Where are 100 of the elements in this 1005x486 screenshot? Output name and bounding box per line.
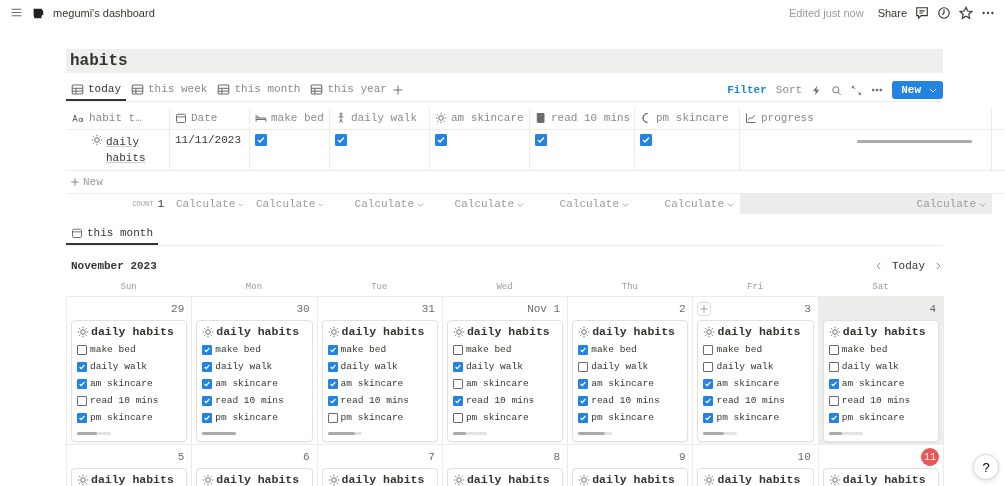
- checkbox[interactable]: [77, 344, 87, 355]
- day-cell[interactable]: 2 daily habits make bed daily walk am skincare read 10 mins pm skincare: [568, 297, 694, 445]
- checkbox[interactable]: [828, 412, 839, 423]
- page-title[interactable]: megumi's dashboard: [53, 6, 155, 19]
- habit-card[interactable]: daily habits make bed daily walk am skincare read 10 mins pm skincare: [697, 320, 814, 442]
- view-tab[interactable]: this year: [305, 79, 392, 101]
- column-header[interactable]: am skincare: [435, 112, 524, 124]
- checkbox[interactable]: [578, 412, 589, 423]
- habit-card[interactable]: daily habits make bed daily walk am skincare read 10 mins pm skincare: [71, 320, 188, 442]
- checkmark-icon: [336, 135, 346, 145]
- checkbox[interactable]: [703, 412, 714, 423]
- checkbox[interactable]: [202, 412, 213, 423]
- column-header[interactable]: habit t…: [71, 112, 142, 124]
- column-header[interactable]: daily walk: [335, 112, 417, 124]
- habit-card[interactable]: daily habits: [697, 468, 814, 486]
- filter-button[interactable]: Filter: [727, 84, 767, 96]
- checkbox[interactable]: [578, 378, 589, 389]
- checkbox[interactable]: [202, 344, 213, 355]
- habit-card[interactable]: daily habits make bed daily walk am skincare read 10 mins pm skincare: [196, 320, 313, 442]
- day-number: 5: [177, 451, 186, 463]
- day-cell[interactable]: 10 daily habits: [693, 445, 819, 486]
- checkbox[interactable]: [202, 378, 213, 389]
- view-tab[interactable]: today: [66, 79, 126, 101]
- day-cell[interactable]: 8 daily habits: [442, 445, 569, 486]
- habit-label: make bed: [716, 344, 763, 355]
- habit-card[interactable]: daily habits: [196, 468, 313, 486]
- column-header[interactable]: pm skincare: [640, 112, 729, 124]
- checkbox[interactable]: [452, 378, 463, 389]
- row-title[interactable]: daily habits: [106, 134, 156, 166]
- habit-card[interactable]: daily habits: [71, 468, 188, 486]
- checkbox[interactable]: [828, 395, 839, 406]
- day-cell[interactable]: 7 daily habits: [317, 445, 443, 486]
- sort-button[interactable]: Sort: [775, 84, 803, 96]
- day-cell[interactable]: 4 daily habits make bed daily walk am skincare read 10 mins pm skincare: [818, 297, 945, 445]
- checkbox[interactable]: [327, 395, 338, 406]
- checkbox[interactable]: [77, 412, 87, 423]
- column-header[interactable]: progress: [745, 112, 814, 124]
- checkbox[interactable]: [578, 361, 589, 372]
- checkbox[interactable]: [578, 344, 589, 355]
- checkbox[interactable]: [202, 361, 213, 372]
- checkbox[interactable]: [452, 395, 463, 406]
- database-title[interactable]: habits: [66, 49, 943, 73]
- share-button[interactable]: Share: [877, 6, 907, 19]
- habit-label: read 10 mins: [841, 395, 911, 406]
- checkbox[interactable]: [255, 134, 267, 146]
- checkbox[interactable]: [77, 395, 87, 406]
- checkbox[interactable]: [703, 344, 714, 355]
- sun-icon: [578, 325, 591, 338]
- day-cell[interactable]: 3 daily habits make bed daily walk am skincare read 10 mins pm skincare: [693, 297, 819, 445]
- habit-card[interactable]: daily habits: [321, 468, 438, 486]
- checkbox[interactable]: [327, 378, 338, 389]
- checkbox[interactable]: [640, 134, 652, 146]
- checkbox[interactable]: [327, 361, 338, 372]
- checkbox[interactable]: [335, 134, 347, 146]
- checkbox[interactable]: [327, 344, 338, 355]
- help-button[interactable]: ?: [973, 454, 999, 480]
- day-number: 10: [797, 451, 812, 463]
- favorite-button[interactable]: [959, 5, 973, 20]
- checkbox[interactable]: [703, 378, 714, 389]
- new-button[interactable]: New: [892, 81, 943, 99]
- habit-card[interactable]: daily habits: [446, 468, 564, 486]
- day-cell[interactable]: 30 daily habits make bed daily walk am skincare read 10 mins pm skincare: [192, 297, 318, 445]
- checkbox[interactable]: [535, 134, 547, 146]
- checkbox[interactable]: [452, 361, 463, 372]
- day-cell[interactable]: 11 daily habits: [818, 445, 945, 486]
- checkbox[interactable]: [327, 412, 338, 423]
- view-tab[interactable]: this month: [66, 223, 158, 245]
- habit-card[interactable]: daily habits: [572, 468, 689, 486]
- checkbox[interactable]: [202, 395, 213, 406]
- checkbox[interactable]: [828, 344, 839, 355]
- checkbox[interactable]: [77, 361, 87, 372]
- checkbox[interactable]: [452, 344, 463, 355]
- day-cell[interactable]: 5 daily habits: [67, 445, 193, 486]
- history-button[interactable]: [937, 5, 951, 20]
- column-header[interactable]: make bed: [255, 112, 324, 124]
- checkbox[interactable]: [452, 412, 463, 423]
- day-cell[interactable]: 29 daily habits make bed daily walk am skincare read 10 mins pm skincare: [67, 297, 193, 445]
- habit-card[interactable]: daily habits make bed daily walk am skincare read 10 mins pm skincare: [446, 320, 564, 442]
- column-header[interactable]: Date: [175, 112, 218, 124]
- habit-card[interactable]: daily habits make bed daily walk am skincare read 10 mins pm skincare: [572, 320, 689, 442]
- checkbox[interactable]: [828, 361, 839, 372]
- day-cell[interactable]: 6 daily habits: [192, 445, 318, 486]
- checkbox[interactable]: [828, 378, 839, 389]
- habit-card[interactable]: daily habits make bed daily walk am skincare read 10 mins pm skincare: [321, 320, 438, 442]
- view-tab[interactable]: this month: [212, 79, 306, 101]
- day-cell[interactable]: Nov 1 daily habits make bed daily walk am skincare read 10 mins pm skincare: [442, 297, 569, 445]
- day-cell[interactable]: 31 daily habits make bed daily walk am skincare read 10 mins pm skincare: [317, 297, 443, 445]
- view-tab[interactable]: this week: [126, 79, 213, 101]
- habit-card[interactable]: daily habits make bed daily walk am skincare read 10 mins pm skincare: [822, 320, 940, 442]
- checkbox[interactable]: [703, 361, 714, 372]
- column-header[interactable]: read 10 mins: [535, 112, 631, 124]
- day-cell[interactable]: 9 daily habits: [568, 445, 694, 486]
- checkbox[interactable]: [578, 395, 589, 406]
- habit-card[interactable]: daily habits: [822, 468, 940, 486]
- today-button[interactable]: Today: [892, 260, 925, 272]
- add-view-icon: [391, 84, 404, 96]
- checkbox[interactable]: [703, 395, 714, 406]
- checkbox[interactable]: [435, 134, 447, 146]
- checkbox[interactable]: [77, 378, 87, 389]
- comment-button[interactable]: [915, 5, 929, 20]
